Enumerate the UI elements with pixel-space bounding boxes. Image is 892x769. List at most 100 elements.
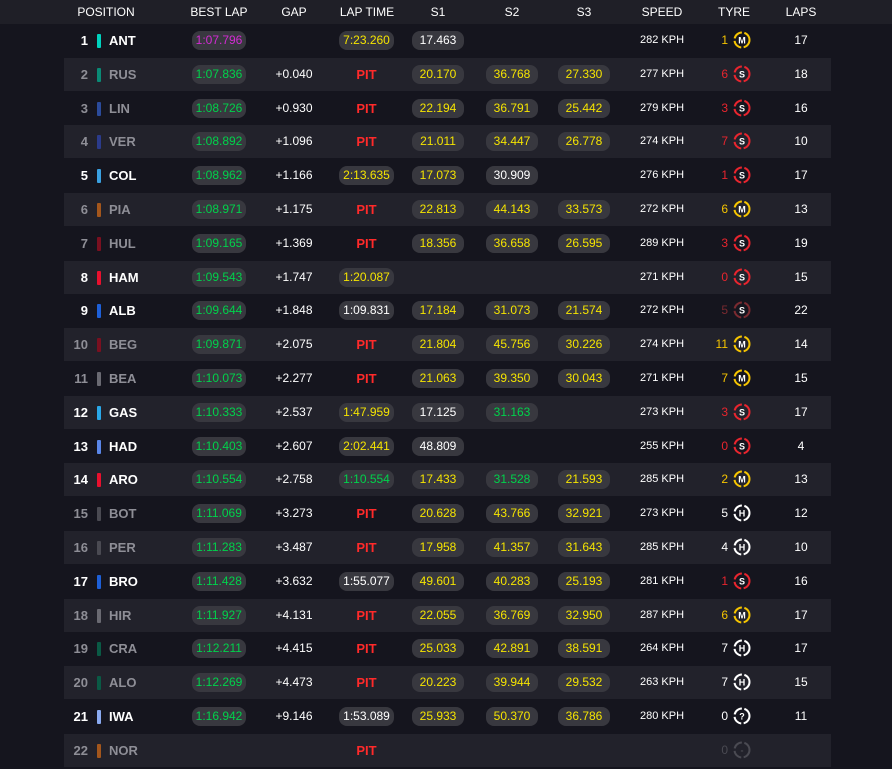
gap-to-leader: +2.075 [275,337,313,352]
sector-s1-time: 25.933 [412,707,464,726]
pit-indicator: PIT [356,66,377,82]
table-row[interactable]: 12 GAS 1:10.333 +2.537 1:47.959 17.125 31.163 2… [64,395,831,429]
table-row[interactable]: 3 LIN 1:08.726 +0.930 PIT 22.194 36.791 25.442 2… [64,92,831,125]
driver-code[interactable]: ALB [109,294,136,327]
driver-code[interactable]: ARO [109,463,138,496]
tyre-age: 0 [721,709,728,723]
driver-code[interactable]: HUL [109,227,136,260]
header-s3[interactable]: S3 [558,0,610,24]
tyre-age: 11 [715,337,728,352]
table-row[interactable]: 20 ALO 1:12.269 +4.473 PIT 20.223 39.944 29.532… [64,666,831,700]
driver-code[interactable]: BEG [109,328,137,361]
laps-completed [788,734,814,767]
team-color-bar [97,710,101,724]
tyre-age: 7 [721,371,728,385]
best-lap-time: 1:08.892 [192,132,246,152]
tyre-compound-icon: S [733,268,751,286]
driver-code[interactable]: HAD [109,430,137,463]
table-row[interactable]: 2 RUS 1:07.836 +0.040 PIT 20.170 36.768 27.330 2… [64,57,831,91]
driver-code[interactable]: VER [109,125,136,158]
last-lap-time: 2:13.635 [339,166,394,186]
tyre-compound-icon: S [733,234,751,252]
team-color-bar [97,473,101,488]
table-row[interactable]: 19 CRA 1:12.211 +4.415 PIT 25.033 42.891 38.591… [64,632,831,665]
table-row[interactable]: 4 VER 1:08.892 +1.096 PIT 21.011 34.447 26.778 2… [64,125,831,159]
speed-trap: 285 KPH [639,473,685,486]
driver-code[interactable]: RUS [109,58,136,91]
driver-code[interactable]: HAM [109,261,139,294]
driver-code[interactable]: BEA [109,362,136,395]
header-tyre[interactable]: TYRE [704,0,764,24]
speed-trap: 281 KPH [639,574,685,587]
driver-code[interactable]: IWA [109,700,134,733]
laps-completed: 4 [797,438,805,453]
speed-trap: 280 KPH [639,710,685,722]
table-row[interactable]: 13 HAD 1:10.403 +2.607 2:02.441 48.809 255 KPH… [64,430,831,463]
driver-position: 5 [80,168,88,184]
team-color-bar [97,439,101,454]
table-row[interactable]: 17 BRO 1:11.428 +3.632 1:55.077 49.601 40.283 2… [64,565,831,598]
table-row[interactable]: 15 BOT 1:11.069 +3.273 PIT 20.628 43.766 32.921… [64,497,831,530]
sector-s3-time: 31.643 [558,538,610,557]
last-lap-time: 1:09.831 [339,301,394,321]
sector-s1-time: 17.463 [412,31,464,50]
gap-to-leader: +1.166 [275,168,313,183]
table-row[interactable]: 9 ALB 1:09.644 +1.848 1:09.831 17.184 31.073 21… [64,294,831,327]
sector-s3-time: 33.573 [558,200,610,219]
laps-completed: 19 [794,235,808,250]
driver-position: 6 [80,202,88,217]
tyre-compound-letter: M [738,205,746,215]
sector-s2-time: 30.909 [486,166,538,186]
driver-code[interactable]: ANT [109,24,136,57]
laps-completed: 14 [794,337,808,352]
tyre-compound-icon: - [733,741,751,759]
tyre-age: 7 [721,675,728,690]
header-s2[interactable]: S2 [486,0,538,24]
speed-trap: 289 KPH [639,236,685,249]
tyre-age: 1 [721,573,728,588]
table-row[interactable]: 1 ANT 1:07.796 7:23.260 17.463 282 KPH 1 M 17 [64,24,831,57]
driver-code[interactable]: NOR [109,734,138,767]
header-gap[interactable]: GAP [264,0,324,24]
laps-completed: 17 [794,168,808,183]
table-row[interactable]: 7 HUL 1:09.165 +1.369 PIT 18.356 36.658 26.595 2… [64,227,831,260]
driver-code[interactable]: PER [109,531,136,564]
table-row[interactable]: 21 IWA 1:16.942 +9.146 1:53.089 25.933 50.370 3… [64,700,831,733]
sector-s2-time: 39.350 [486,369,538,388]
laps-completed: 13 [794,472,808,487]
table-row[interactable]: 11 BEA 1:10.073 +2.277 PIT 21.063 39.350 30.043… [64,362,831,395]
driver-position: 7 [80,235,88,251]
gap-to-leader: +3.632 [275,573,313,588]
table-row[interactable]: 6 PIA 1:08.971 +1.175 PIT 22.813 44.143 33.573 2… [64,193,831,226]
table-row[interactable]: 22 NOR PIT 0 - [64,733,831,767]
header-position[interactable]: POSITION [64,0,148,24]
laps-completed: 15 [794,371,808,385]
table-row[interactable]: 14 ARO 1:10.554 +2.758 1:10.554 17.433 31.528 2… [64,463,831,497]
pit-indicator: PIT [356,235,377,251]
table-row[interactable]: 5 COL 1:08.962 +1.166 2:13.635 17.073 30.909 27… [64,159,831,192]
sector-s1-time: 17.184 [412,301,464,321]
laps-completed: 11 [794,709,808,723]
header-speed[interactable]: SPEED [622,0,702,24]
header-lap-time[interactable]: LAP TIME [334,0,400,24]
header-laps[interactable]: LAPS [776,0,826,24]
pit-indicator: PIT [356,202,377,217]
driver-code[interactable]: GAS [109,396,137,429]
driver-code[interactable]: LIN [109,92,130,125]
driver-code[interactable]: HIR [109,599,131,632]
sector-s1-time: 21.011 [412,132,464,152]
table-row[interactable]: 8 HAM 1:09.543 +1.747 1:20.087 271 KPH 0 S 15 [64,260,831,294]
table-row[interactable]: 16 PER 1:11.283 +3.487 PIT 17.958 41.357 31.643… [64,531,831,564]
sector-s2-time: 40.283 [486,571,538,591]
driver-code[interactable]: PIA [109,193,131,226]
driver-code[interactable]: COL [109,159,136,192]
table-row[interactable]: 10 BEG 1:09.871 +2.075 PIT 21.804 45.756 30.226… [64,328,831,362]
driver-code[interactable]: BOT [109,497,136,530]
sector-s2-time: 42.891 [486,639,538,659]
driver-code[interactable]: CRA [109,632,137,665]
header-s1[interactable]: S1 [412,0,464,24]
header-best-lap[interactable]: BEST LAP [186,0,252,24]
table-row[interactable]: 18 HIR 1:11.927 +4.131 PIT 22.055 36.769 32.950… [64,598,831,632]
driver-code[interactable]: BRO [109,565,138,598]
driver-code[interactable]: ALO [109,666,136,699]
